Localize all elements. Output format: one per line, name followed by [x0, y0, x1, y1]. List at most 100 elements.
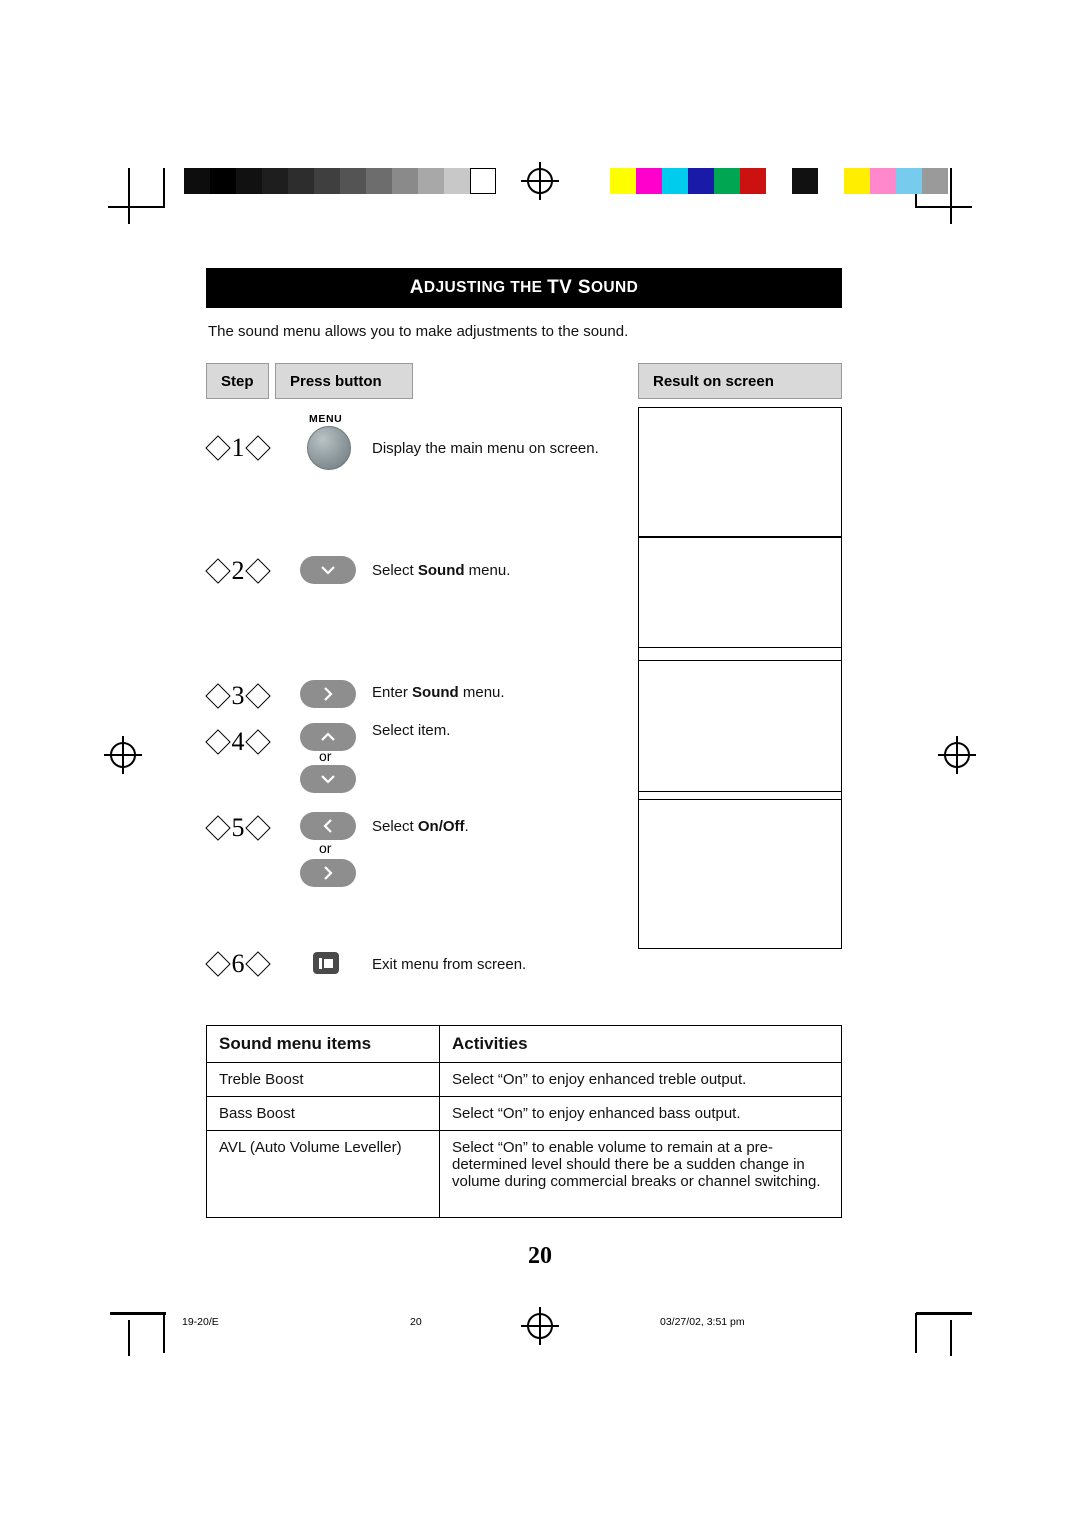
swatch-colour: [792, 168, 818, 194]
cursor-down-button[interactable]: [300, 556, 356, 584]
diamond-left-icon: [205, 729, 231, 755]
step-number-5: 5: [205, 808, 271, 848]
step-2-text-post: menu.: [464, 562, 511, 579]
swatch-colour: [818, 168, 844, 194]
step-5-text-post: .: [464, 818, 469, 835]
step-3-description: Enter Sound menu.: [372, 684, 505, 701]
table-cell-item: AVL (Auto Volume Leveller): [206, 1130, 440, 1218]
diamond-right-icon: [245, 683, 271, 709]
swatch-colour: [714, 168, 740, 194]
step-3-text-post: menu.: [458, 684, 505, 701]
page-title-text-rest: DJUSTING THE: [423, 279, 548, 296]
step-number-4: 4: [205, 722, 271, 762]
diamond-left-icon: [205, 951, 231, 977]
chevron-right-icon: [324, 687, 333, 701]
chevron-left-icon: [323, 819, 332, 833]
swatch-gray: [210, 168, 236, 194]
step-number-4-label: 4: [231, 727, 245, 756]
cursor-right-button[interactable]: [300, 680, 356, 708]
swatch-gray: [444, 168, 470, 194]
table-header-col2: Activities: [439, 1025, 842, 1063]
chevron-down-icon: [321, 566, 335, 575]
exit-icon-bar: [319, 957, 322, 969]
crop-mark-top-right-h: [916, 206, 972, 208]
step-number-6-label: 6: [231, 949, 245, 978]
step-5-or-label: or: [319, 840, 332, 856]
cursor-up-button[interactable]: [300, 723, 356, 751]
registration-mark-top: [521, 162, 559, 200]
cursor-down-button-2[interactable]: [300, 765, 356, 793]
swatch-colour: [740, 168, 766, 194]
grayscale-swatch-strip: [184, 168, 496, 194]
crop-mark-bottom-left-v: [163, 1313, 165, 1353]
crop-mark-bottom-right-v: [915, 1313, 917, 1353]
table-row: Treble Boost Select “On” to enjoy enhanc…: [206, 1062, 842, 1097]
menu-button[interactable]: [307, 426, 351, 470]
diamond-left-icon: [205, 558, 231, 584]
intro-text: The sound menu allows you to make adjust…: [208, 323, 629, 340]
diamond-left-icon: [205, 683, 231, 709]
swatch-colour: [636, 168, 662, 194]
step-4-or-label: or: [319, 748, 332, 764]
step-4-description: Select item.: [372, 722, 451, 739]
swatch-gray: [392, 168, 418, 194]
table-cell-activity: Select “On” to enjoy enhanced treble out…: [439, 1062, 842, 1097]
crop-mark-bottom-right-v2: [950, 1320, 952, 1356]
cursor-left-button[interactable]: [300, 812, 356, 840]
swatch-colour: [662, 168, 688, 194]
footer-right: 03/27/02, 3:51 pm: [660, 1316, 745, 1328]
step-number-1: 1: [205, 428, 271, 468]
osd-panel1-frame: [638, 407, 842, 537]
cursor-right-button-2[interactable]: [300, 859, 356, 887]
osd-panel4-frame: [638, 799, 842, 949]
swatch-colour: [896, 168, 922, 194]
swatch-gray: [314, 168, 340, 194]
swatch-colour: [870, 168, 896, 194]
table-cell-item: Treble Boost: [206, 1062, 440, 1097]
step-1-description: Display the main menu on screen.: [372, 440, 599, 457]
chevron-right-icon: [324, 866, 333, 880]
step-5-text-pre: Select: [372, 818, 418, 835]
swatch-colour: [766, 168, 792, 194]
table-cell-item: Bass Boost: [206, 1096, 440, 1131]
colour-swatch-strip: [610, 168, 948, 194]
diamond-right-icon: [245, 435, 271, 461]
osd-panel2-frame: [638, 537, 842, 648]
diamond-right-icon: [245, 951, 271, 977]
swatch-gray: [470, 168, 496, 194]
step-number-3-label: 3: [231, 681, 245, 710]
step-number-3: 3: [205, 676, 271, 716]
crop-mark-bottom-left-v2: [128, 1320, 130, 1356]
crop-mark-bottom-right-h: [916, 1312, 972, 1315]
sound-menu-items-table: Sound menu items Activities Treble Boost…: [206, 1025, 842, 1218]
step-2-text-bold: Sound: [417, 562, 465, 579]
table-row: Bass Boost Select “On” to enjoy enhanced…: [206, 1096, 842, 1131]
page-title: A DJUSTING THE TV S OUND: [206, 268, 842, 308]
step-number-6: 6: [205, 944, 271, 984]
page-number: 20: [528, 1243, 552, 1269]
step-6-description: Exit menu from screen.: [372, 956, 527, 973]
step-5-text-bold: On/Off: [417, 818, 465, 835]
crop-mark-bottom-left-h: [110, 1312, 166, 1315]
table-header-row: Sound menu items Activities: [206, 1025, 842, 1063]
step-3-text-bold: Sound: [412, 684, 459, 701]
table-header-col1: Sound menu items: [206, 1025, 440, 1063]
header-step: Step: [206, 363, 269, 399]
swatch-gray: [262, 168, 288, 194]
chevron-up-icon: [321, 732, 335, 741]
page-title-text: A: [409, 277, 424, 298]
crop-mark-top-right-v: [950, 168, 952, 224]
registration-mark-left: [104, 736, 142, 774]
table-row: AVL (Auto Volume Leveller) Select “On” t…: [206, 1130, 842, 1218]
footer-center: 20: [410, 1316, 422, 1328]
swatch-gray: [184, 168, 210, 194]
registration-mark-bottom: [521, 1307, 559, 1345]
swatch-gray: [236, 168, 262, 194]
exit-menu-button[interactable]: [313, 952, 339, 974]
step-number-2-label: 2: [231, 556, 245, 585]
diamond-right-icon: [245, 815, 271, 841]
step-2-text-pre: Select: [372, 562, 418, 579]
crop-mark-top-left-h: [108, 206, 164, 208]
header-press-button: Press button: [275, 363, 413, 399]
swatch-gray: [366, 168, 392, 194]
